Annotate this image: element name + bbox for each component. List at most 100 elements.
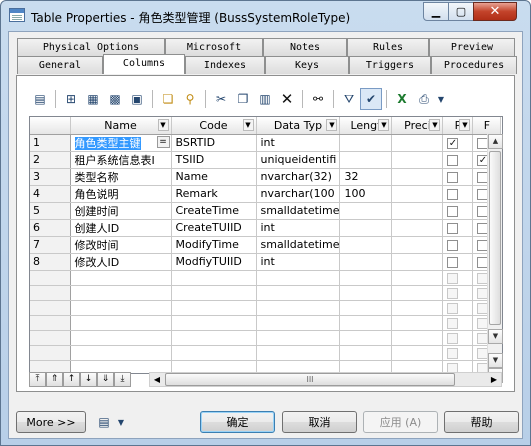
cancel-button[interactable]: 取消 <box>282 411 357 433</box>
cell-precision[interactable] <box>391 134 444 152</box>
columns-grid[interactable]: Name ▼ Code ▼ Data Typ ▼ Lengt ▼ Preci ▼ P ▼ F… <box>29 116 503 374</box>
tab-general[interactable]: General <box>17 56 103 74</box>
header-code[interactable]: Code ▼ <box>171 117 257 135</box>
tab-indexes[interactable]: Indexes <box>185 56 265 74</box>
cell-code[interactable]: CreateTUIID <box>171 219 257 237</box>
primary-key-checkbox[interactable] <box>447 171 459 183</box>
ok-button[interactable]: 确定 <box>200 411 275 433</box>
empty-cell[interactable] <box>339 345 393 361</box>
empty-cell[interactable] <box>171 270 257 286</box>
tab-notes[interactable]: Notes <box>263 38 347 56</box>
chevron-left-icon[interactable]: ◀ <box>150 373 164 386</box>
cell-name[interactable]: 租户系统信息表I <box>70 151 172 169</box>
chevron-down-icon[interactable]: ▼ <box>242 119 254 131</box>
print-icon[interactable]: ⎙ <box>413 88 435 110</box>
empty-cell[interactable] <box>391 315 444 331</box>
move-top-button[interactable]: ⤒ <box>29 372 46 387</box>
primary-key-checkbox[interactable] <box>447 205 459 217</box>
tab-preview[interactable]: Preview <box>429 38 515 56</box>
vertical-scroll-thumb[interactable] <box>489 151 501 325</box>
excel-icon[interactable]: X <box>391 88 413 110</box>
table-row-empty[interactable] <box>30 330 502 346</box>
empty-cell[interactable] <box>442 315 474 331</box>
primary-key-checkbox[interactable] <box>447 332 459 344</box>
chevron-down-icon[interactable]: ▼ <box>326 119 338 131</box>
empty-cell[interactable] <box>256 315 341 331</box>
cell-code[interactable]: ModifyTime <box>171 236 257 254</box>
cell-precision[interactable] <box>391 168 444 186</box>
empty-cell[interactable] <box>70 345 172 361</box>
cell-name[interactable]: 角色说明 <box>70 185 172 203</box>
close-button[interactable]: ✕ <box>473 2 517 21</box>
empty-cell[interactable] <box>171 330 257 346</box>
header-precision[interactable]: Preci ▼ <box>391 117 444 135</box>
move-down-page-button[interactable]: ⇓ <box>97 372 114 387</box>
table-row[interactable]: 4 角色说明 Remark nvarchar(100 100 <box>30 185 502 203</box>
horizontal-scroll-thumb[interactable]: III <box>165 373 455 386</box>
primary-key-checkbox[interactable] <box>447 188 459 200</box>
empty-cell[interactable] <box>70 270 172 286</box>
insert-row-icon[interactable]: ⊞ <box>60 88 82 110</box>
dropdown-icon[interactable]: ▼ <box>115 413 127 431</box>
find-icon[interactable]: ⚯ <box>307 88 329 110</box>
cell-data-type[interactable]: smalldatetime <box>256 236 341 254</box>
more-button[interactable]: More >> <box>16 411 86 433</box>
table-row-empty[interactable] <box>30 300 502 316</box>
empty-cell[interactable] <box>70 315 172 331</box>
cell-length[interactable] <box>339 202 393 220</box>
empty-cell[interactable] <box>391 330 444 346</box>
cell-name[interactable]: 创建人ID <box>70 219 172 237</box>
move-up-page-button[interactable]: ⇑ <box>46 372 63 387</box>
empty-cell[interactable] <box>171 315 257 331</box>
cell-code[interactable]: BSRTID <box>171 134 257 152</box>
cell-name[interactable]: 修改人ID <box>70 253 172 271</box>
chevron-down-icon[interactable]: ▼ <box>378 119 390 131</box>
cell-code[interactable]: ModfiyTUIID <box>171 253 257 271</box>
empty-cell[interactable] <box>171 285 257 301</box>
primary-key-checkbox[interactable] <box>447 154 459 166</box>
table-row[interactable]: 5 创建时间 CreateTime smalldatetime <box>30 202 502 220</box>
cell-precision[interactable] <box>391 253 444 271</box>
empty-cell[interactable] <box>256 300 341 316</box>
cell-precision[interactable] <box>391 202 444 220</box>
help-button[interactable]: 帮助 <box>444 411 519 433</box>
table-row-empty[interactable] <box>30 285 502 301</box>
cell-length[interactable] <box>339 219 393 237</box>
cell-precision[interactable] <box>391 151 444 169</box>
cell-precision[interactable] <box>391 185 444 203</box>
customize-columns-icon[interactable]: ✔ <box>360 88 382 110</box>
header-data-type[interactable]: Data Typ ▼ <box>256 117 341 135</box>
move-down-button[interactable]: ↓ <box>80 372 97 387</box>
paste-icon[interactable]: ▥ <box>254 88 276 110</box>
empty-cell[interactable] <box>70 300 172 316</box>
cell-length[interactable]: 100 <box>339 185 393 203</box>
tab-triggers[interactable]: Triggers <box>349 56 431 74</box>
header-foreign[interactable]: F <box>472 117 502 135</box>
cell-precision[interactable] <box>391 219 444 237</box>
tab-rules[interactable]: Rules <box>347 38 429 56</box>
tab-procedures[interactable]: Procedures <box>431 56 517 74</box>
table-row[interactable]: 3 类型名称 Name nvarchar(32) 32 <box>30 168 502 186</box>
add-columns-icon[interactable]: ▩ <box>104 88 126 110</box>
primary-key-checkbox[interactable] <box>447 317 459 329</box>
cell-code[interactable]: CreateTime <box>171 202 257 220</box>
list-options-icon[interactable]: ▤ <box>94 411 114 433</box>
cell-name[interactable]: 角色类型主键 = <box>70 134 172 152</box>
table-row[interactable]: 8 修改人ID ModfiyTUIID int <box>30 253 502 271</box>
empty-cell[interactable] <box>70 330 172 346</box>
cell-data-type[interactable]: int <box>256 219 341 237</box>
move-up-button[interactable]: ↑ <box>63 372 80 387</box>
empty-cell[interactable] <box>256 345 341 361</box>
cell-data-type[interactable]: uniqueidentifi <box>256 151 341 169</box>
scroll-down-button[interactable]: ▼ <box>488 329 503 344</box>
cell-data-type[interactable]: int <box>256 253 341 271</box>
vertical-scroll-track[interactable] <box>488 149 502 329</box>
cell-data-type[interactable]: nvarchar(32) <box>256 168 341 186</box>
chevron-down-icon[interactable]: ▼ <box>429 119 441 131</box>
empty-cell[interactable] <box>171 300 257 316</box>
primary-key-checkbox[interactable]: ✓ <box>447 137 459 149</box>
primary-key-checkbox[interactable] <box>447 287 459 299</box>
table-row[interactable]: 6 创建人ID CreateTUIID int <box>30 219 502 237</box>
add-row-icon[interactable]: ▦ <box>82 88 104 110</box>
empty-cell[interactable] <box>70 285 172 301</box>
